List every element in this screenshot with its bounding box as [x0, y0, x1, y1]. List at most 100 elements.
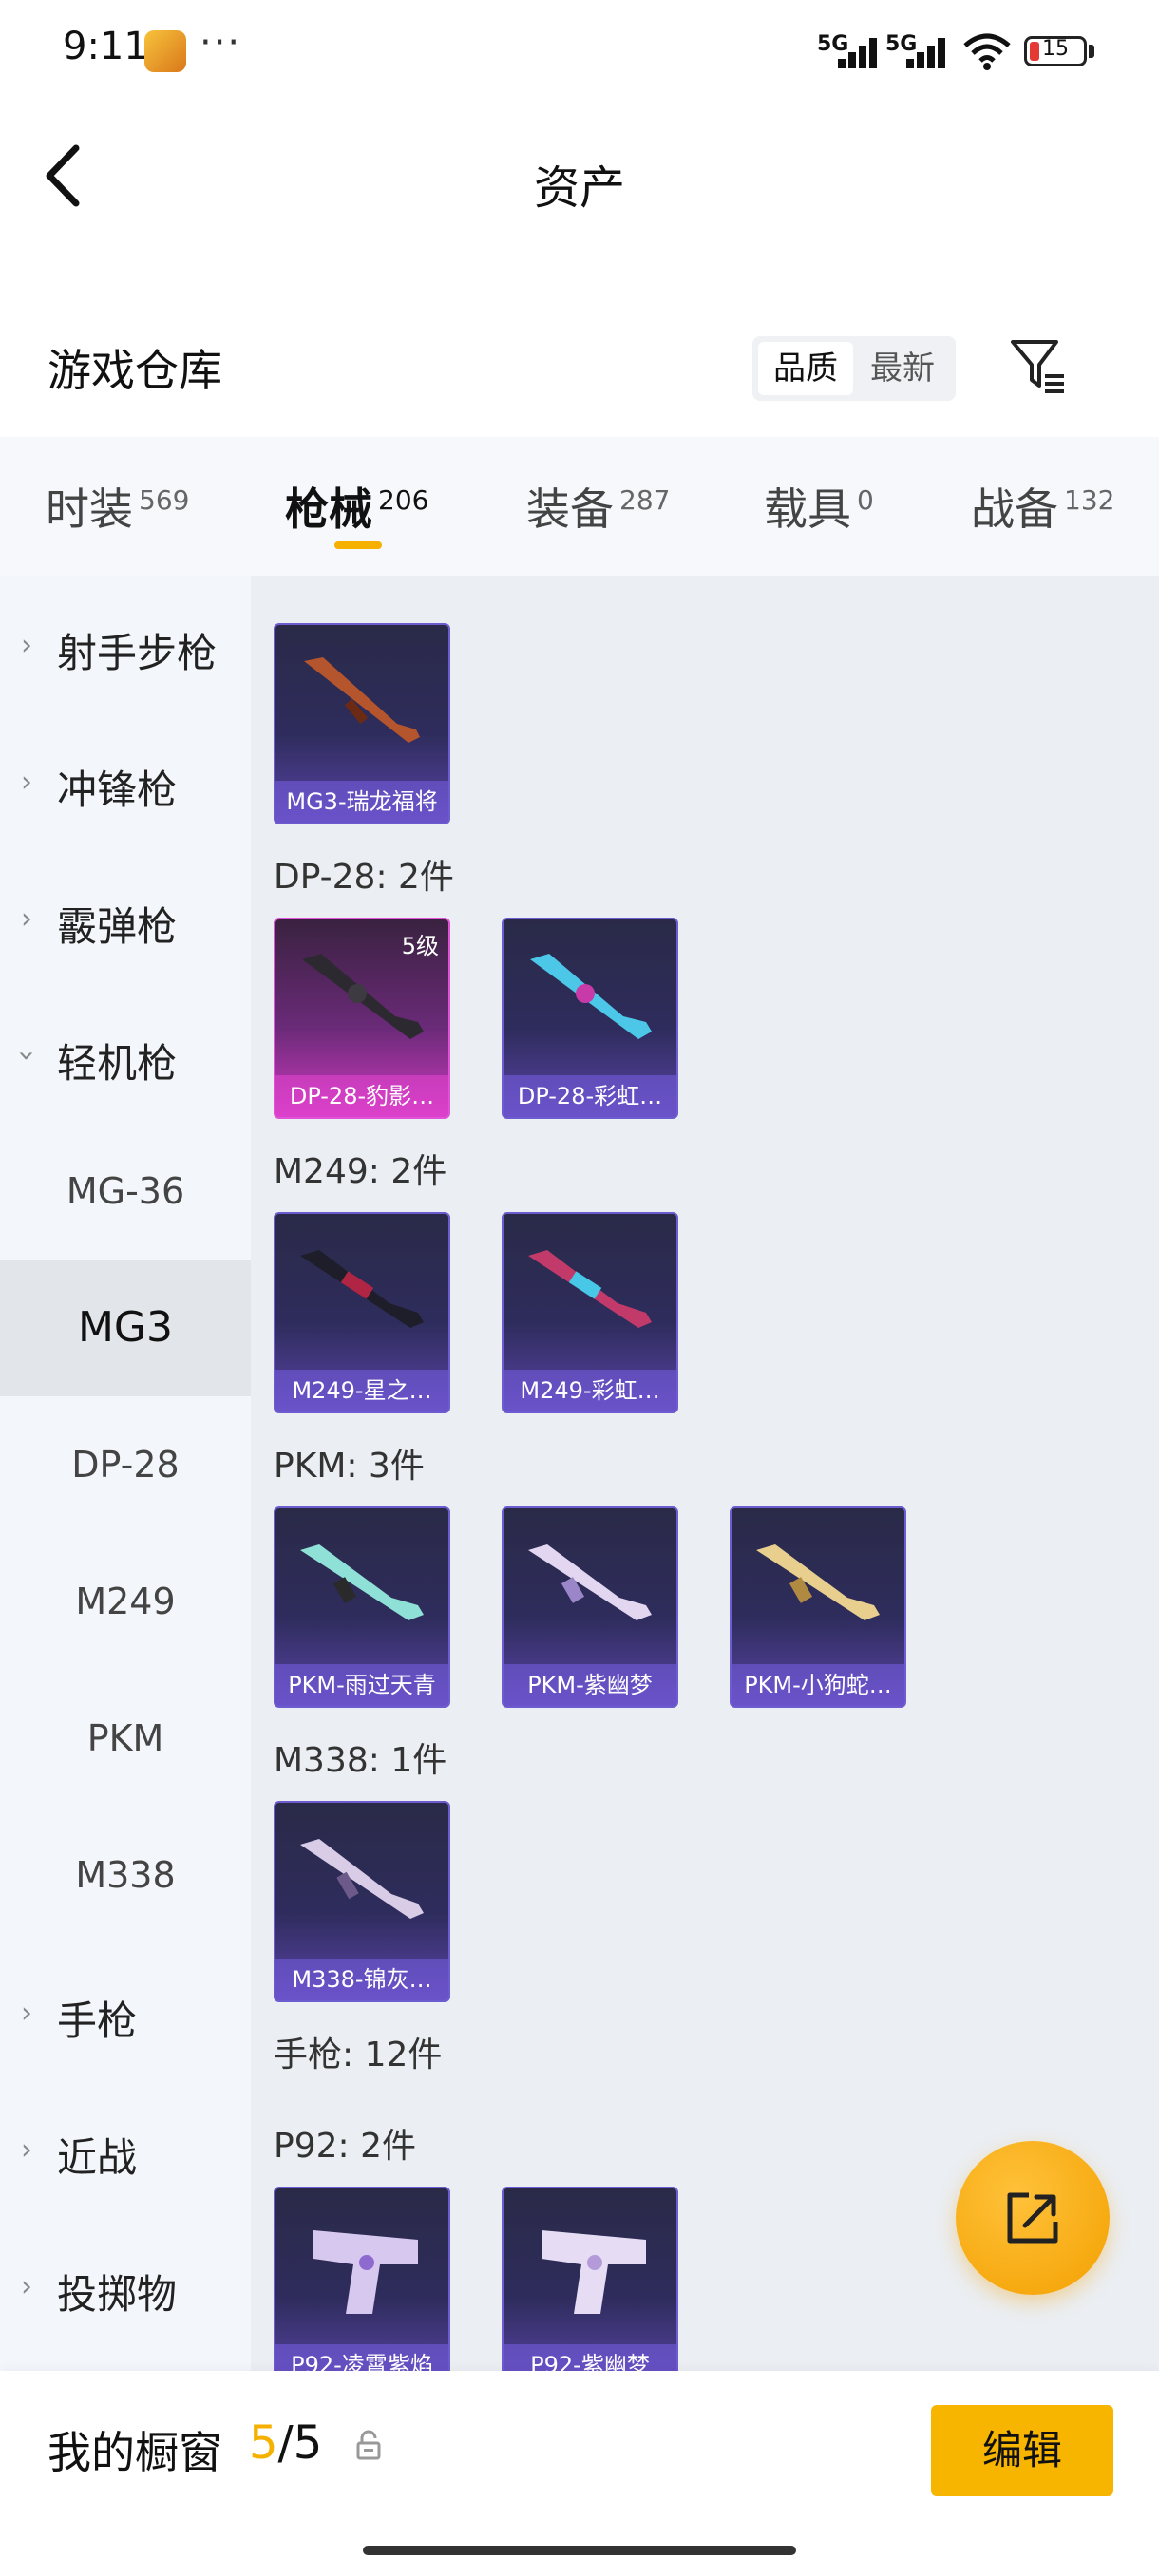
sidebar-item-label: 轻机枪 — [57, 1040, 178, 1087]
skin-name: M338-锦灰… — [276, 1959, 448, 2000]
group-label-pkm: PKM: 3件 — [274, 1447, 425, 1486]
showcase-count-current: 5 — [249, 2416, 278, 2470]
skin-card[interactable]: PKM-紫幽梦 — [502, 1506, 678, 1708]
signal-icon — [838, 36, 884, 68]
group-label-pistol: 手枪: 12件 — [274, 2036, 443, 2074]
sidebar-subitem-mg3[interactable]: MG3 — [0, 1260, 251, 1396]
sidebar-item-label: 霰弹枪 — [57, 903, 178, 950]
sidebar-item-marksman-rifle[interactable]: › 射手步枪 — [0, 576, 251, 712]
tab-label: 枪械 — [285, 483, 372, 535]
showcase-count-total: /5 — [277, 2416, 323, 2470]
tab-firearms[interactable]: 枪械 206 — [285, 475, 428, 538]
skin-card[interactable]: P92-凌霄紫焰 — [274, 2187, 450, 2371]
sidebar-item-smg[interactable]: › 冲锋枪 — [0, 712, 251, 849]
tab-count: 0 — [857, 483, 874, 516]
skin-card[interactable]: M249-星之… — [274, 1212, 450, 1413]
tab-count: 287 — [619, 483, 671, 516]
chevron-right-icon: › — [21, 2270, 32, 2303]
page-title: 资产 — [533, 161, 625, 215]
external-link-icon — [1007, 2192, 1058, 2244]
m249-gun-icon — [300, 1250, 424, 1328]
mg3-gun-icon — [304, 657, 420, 743]
skin-card[interactable]: MG3-瑞龙福将 — [274, 623, 450, 824]
tab-fashion[interactable]: 时装 569 — [46, 475, 189, 538]
skin-name: M249-星之… — [276, 1370, 448, 1411]
skin-name: M249-彩虹… — [504, 1370, 676, 1411]
group-label-m338: M338: 1件 — [274, 1741, 447, 1780]
lock-icon — [356, 2430, 381, 2460]
battery-tip — [1089, 45, 1094, 58]
sidebar: › 射手步枪 › 冲锋枪 › 霰弹枪 › 轻机枪 MG-36 MG3 DP-28… — [0, 576, 251, 2371]
home-indicator[interactable] — [363, 2546, 796, 2555]
pkm-gun-icon — [300, 1544, 424, 1620]
pkm-gun-icon — [528, 1544, 652, 1620]
sidebar-item-label: 投掷物 — [57, 2271, 178, 2318]
sort-quality-button[interactable]: 品质 — [758, 342, 853, 395]
active-tab-indicator — [334, 541, 382, 549]
wifi-icon — [963, 33, 1011, 70]
skin-name: MG3-瑞龙福将 — [276, 781, 448, 823]
chevron-right-icon: › — [21, 1997, 32, 2030]
sidebar-item-throwable[interactable]: › 投掷物 — [0, 2217, 251, 2354]
skin-card[interactable]: M338-锦灰… — [274, 1801, 450, 2002]
sort-toggle: 品质 最新 — [752, 336, 956, 401]
skin-name: DP-28-豹影… — [276, 1075, 448, 1117]
tab-count: 132 — [1064, 483, 1115, 516]
tab-label: 载具 — [764, 483, 851, 535]
tab-equipment[interactable]: 装备 287 — [526, 475, 670, 538]
section-title: 游戏仓库 — [48, 345, 222, 396]
tab-label: 装备 — [526, 483, 614, 535]
skin-name: PKM-雨过天青 — [276, 1664, 448, 1706]
sidebar-item-melee[interactable]: › 近战 — [0, 2080, 251, 2217]
tab-vehicles[interactable]: 载具 0 — [764, 475, 874, 538]
sort-newest-button[interactable]: 最新 — [855, 342, 950, 395]
group-label-dp28: DP-28: 2件 — [274, 858, 454, 897]
sidebar-subitem-m249[interactable]: M249 — [0, 1533, 251, 1670]
sidebar-item-label: 近战 — [57, 2134, 138, 2181]
edit-button[interactable]: 编辑 — [931, 2405, 1113, 2496]
tab-count: 569 — [139, 483, 190, 516]
skin-card[interactable]: P92-紫幽梦 — [502, 2187, 678, 2371]
sidebar-item-pistol[interactable]: › 手枪 — [0, 1943, 251, 2080]
skin-name: PKM-紫幽梦 — [504, 1664, 676, 1706]
sidebar-item-shotgun[interactable]: › 霰弹枪 — [0, 849, 251, 986]
sidebar-subitem-pkm[interactable]: PKM — [0, 1670, 251, 1807]
chevron-right-icon: › — [21, 766, 32, 799]
skin-card[interactable]: 5级 DP-28-豹影… — [274, 918, 450, 1119]
skin-card[interactable]: M249-彩虹… — [502, 1212, 678, 1413]
chevron-right-icon: › — [21, 629, 32, 662]
sidebar-item-lmg[interactable]: › 轻机枪 — [0, 986, 251, 1123]
sidebar-subitem-dp28[interactable]: DP-28 — [0, 1396, 251, 1533]
dp28-gun-icon — [302, 954, 424, 1039]
chevron-right-icon: › — [21, 902, 32, 936]
m338-gun-icon — [300, 1839, 424, 1919]
battery-icon: 15 — [1024, 36, 1087, 66]
app-notification-icon — [144, 30, 186, 72]
p92-gun-icon — [542, 2230, 646, 2314]
tab-count: 206 — [378, 483, 429, 516]
showcase-count: 5/5 — [249, 2416, 322, 2470]
filter-icon[interactable] — [1009, 336, 1068, 395]
skin-card[interactable]: DP-28-彩虹… — [502, 918, 678, 1119]
skin-card[interactable]: PKM-小狗蛇… — [730, 1506, 906, 1708]
p92-gun-icon — [314, 2230, 418, 2314]
signal-icon-2 — [906, 36, 952, 68]
skin-name: PKM-小狗蛇… — [732, 1664, 904, 1706]
status-bar: 9:11 ··· 5G 5G 15 — [0, 0, 1159, 104]
share-fab-button[interactable] — [956, 2141, 1110, 2295]
status-time: 9:11 — [63, 25, 148, 68]
skin-card[interactable]: PKM-雨过天青 — [274, 1506, 450, 1708]
skin-name: P92-凌霄紫焰 — [276, 2344, 448, 2371]
m249-gun-icon — [528, 1250, 652, 1328]
item-grid: MG3-瑞龙福将 DP-28: 2件 5级 DP-28-豹影… DP-28-彩虹… — [251, 576, 1159, 2371]
pkm-gun-icon — [756, 1544, 880, 1620]
tab-label: 时装 — [46, 483, 133, 535]
skin-name: P92-紫幽梦 — [504, 2344, 676, 2371]
sidebar-subitem-m338[interactable]: M338 — [0, 1807, 251, 1943]
sidebar-item-label: 射手步枪 — [57, 630, 218, 676]
tab-supplies[interactable]: 战备 132 — [971, 475, 1114, 538]
sidebar-item-label: 冲锋枪 — [57, 767, 178, 813]
chevron-right-icon: › — [21, 2133, 32, 2167]
sidebar-subitem-mg36[interactable]: MG-36 — [0, 1123, 251, 1260]
dp28-gun-icon — [530, 954, 652, 1039]
